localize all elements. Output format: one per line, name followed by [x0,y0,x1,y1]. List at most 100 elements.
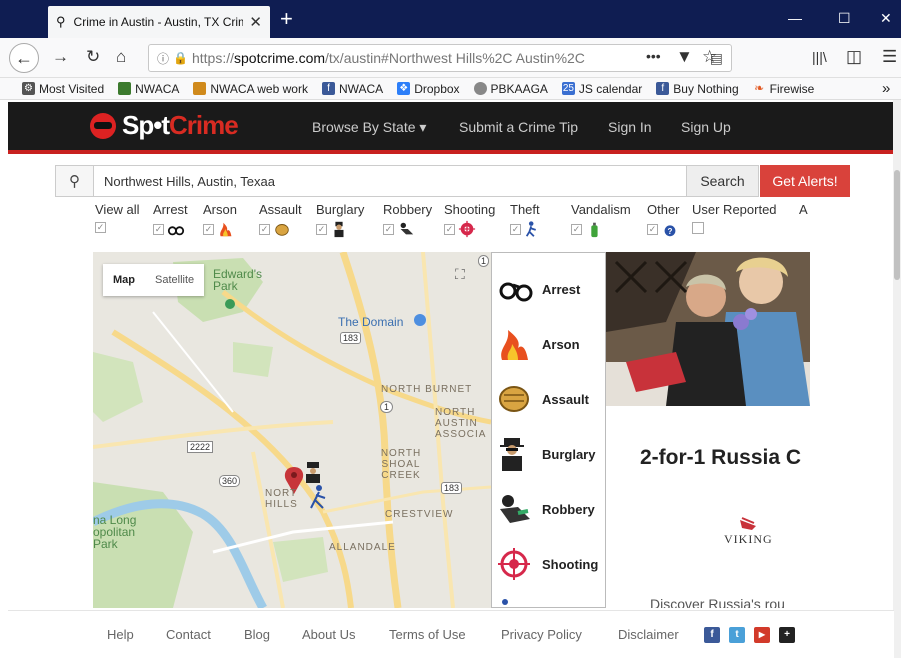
youtube-icon[interactable]: ▶ [754,627,770,643]
dropbox-icon: ❖ [397,82,411,95]
vandalism-checkbox[interactable]: ✓ [571,223,582,235]
map-type-control: Map Satellite [103,264,205,296]
legend-item-assault[interactable]: Assault [496,379,604,419]
route-1-shield: 1 [380,401,394,413]
bookmark-dropbox[interactable]: ❖ Dropbox [397,82,460,96]
reload-icon[interactable]: ↻ [86,47,100,67]
gear-icon: ⚙ [22,82,35,95]
facebook-icon: f [321,82,335,95]
spotcrime-logo[interactable]: Sp•t Crime [90,110,239,141]
browse-by-state-link[interactable]: Browse By State ▾ [312,119,426,136]
route-1-shield-top: 1 [478,255,490,267]
viking-ship-icon [740,517,756,530]
legend-item-arson[interactable]: Arson [496,324,604,364]
search-button[interactable]: Search [687,165,759,197]
sign-up-link[interactable]: Sign Up [681,119,731,135]
footer-link-privacy[interactable]: Privacy Policy [501,627,582,642]
browser-tab[interactable]: ⚲ Crime in Austin - Austin, TX Crime ✕ [48,6,270,38]
other-checkbox[interactable]: ✓ [647,223,658,235]
address-bar[interactable]: ⓘ 🔒 https://spotcrime.com/tx/austin#Nort… [148,44,732,72]
info-icon[interactable]: ⓘ [157,50,169,67]
filter-user-reported[interactable]: User Reported [692,202,777,234]
fullscreen-icon[interactable]: ⛶ [455,266,465,283]
arrest-checkbox[interactable]: ✓ [153,223,164,235]
arson-checkbox[interactable]: ✓ [203,223,214,235]
page-scrollbar[interactable] [893,100,901,658]
shooting-checkbox[interactable]: ✓ [444,223,455,235]
handcuffs-icon [499,282,533,302]
filter-vandalism[interactable]: Vandalism ✓ [571,202,631,238]
bookmark-js-calendar[interactable]: 25 JS calendar [561,82,642,96]
footer-link-help[interactable]: Help [107,627,134,642]
user-reported-checkbox[interactable] [692,222,704,234]
bookmark-nwaca-facebook[interactable]: f NWACA [321,82,383,96]
crime-map[interactable]: Map Satellite ⛶ Edward's Park The Domain… [93,252,491,608]
close-tab-icon[interactable]: ✕ [249,13,262,31]
route-183-shield-south: 183 [441,482,463,494]
view-all-checkbox[interactable]: ✓ [95,222,106,233]
close-window-icon[interactable]: ✕ [880,10,892,27]
filter-robbery[interactable]: Robbery ✓ [383,202,432,235]
pocket-icon[interactable]: ▼ [676,47,693,67]
legend-item-burglary[interactable]: Burglary [496,434,604,474]
facebook-icon[interactable]: f [704,627,720,643]
filter-view-all[interactable]: View all ✓ [95,202,140,233]
filter-theft[interactable]: Theft ✓ [510,202,540,237]
ad-headline[interactable]: 2-for-1 Russia C [640,446,801,470]
new-tab-button[interactable]: + [280,6,293,32]
menu-icon[interactable]: ☰ [882,47,897,67]
legend-item-arrest[interactable]: Arrest [496,269,604,309]
footer-link-about-us[interactable]: About Us [302,627,355,642]
minimize-icon[interactable]: — [788,10,802,26]
footer-link-terms[interactable]: Terms of Use [389,627,466,642]
ad-brand: VIKING [724,532,773,546]
bookmark-star-icon[interactable]: ☆ [702,47,717,67]
bookmark-pbkaaga[interactable]: PBKAAGA [473,82,548,96]
filter-arson[interactable]: Arson ✓ [203,202,237,237]
bookmark-buy-nothing[interactable]: f Buy Nothing [656,82,739,96]
library-icon[interactable]: |||\ [812,49,827,65]
scrollbar-thumb[interactable] [894,170,900,280]
legend-item-shooting[interactable]: Shooting [496,544,604,584]
footer-link-contact[interactable]: Contact [166,627,211,642]
fist-icon [499,386,529,412]
twitter-icon[interactable]: t [729,627,745,643]
satellite-view-button[interactable]: Satellite [145,264,204,296]
back-arrow-icon[interactable]: ← [9,43,39,73]
filter-assault[interactable]: Assault ✓ [259,202,302,236]
maximize-icon[interactable]: ☐ [838,10,851,27]
filter-arrest[interactable]: Arrest ✓ [153,202,188,236]
more-actions-icon[interactable]: ••• [646,48,661,64]
assault-checkbox[interactable]: ✓ [259,223,270,235]
url-text: https://spotcrime.com/tx/austin#Northwes… [191,50,585,66]
mower-icon [118,82,132,95]
robbery-checkbox[interactable]: ✓ [383,223,394,235]
bookmark-nwaca[interactable]: NWACA [118,82,179,96]
burglar-icon [334,221,344,238]
sign-in-link[interactable]: Sign In [608,119,652,135]
location-search-input[interactable] [93,165,687,197]
map-view-button[interactable]: Map [103,264,145,296]
filter-burglary[interactable]: Burglary ✓ [316,202,364,238]
footer-link-disclaimer[interactable]: Disclaimer [618,627,679,642]
submit-crime-tip-link[interactable]: Submit a Crime Tip [459,119,578,135]
home-icon[interactable]: ⌂ [116,47,126,67]
legend-item-robbery[interactable]: Robbery [496,489,604,529]
get-alerts-button[interactable]: Get Alerts! [760,165,850,197]
burglary-checkbox[interactable]: ✓ [316,223,327,235]
filter-shooting[interactable]: Shooting ✓ [444,202,495,238]
bookmarks-overflow-icon[interactable]: » [882,80,890,97]
theft-checkbox[interactable]: ✓ [510,223,521,235]
forward-arrow-icon[interactable]: → [52,47,69,67]
filter-more[interactable]: A [799,202,808,217]
filter-other[interactable]: Other ✓ ? [647,202,680,237]
google-plus-icon[interactable]: + [779,627,795,643]
map-label-edwards-park: Edward's Park [213,267,262,293]
bookmark-most-visited[interactable]: ⚙ Most Visited [22,82,104,96]
sidebar-icon[interactable]: ◫ [846,47,862,67]
footer-link-blog[interactable]: Blog [244,627,270,642]
thief-icon [525,221,536,237]
advertisement[interactable]: 2-for-1 Russia C VIKING Discover Russia'… [606,252,810,608]
bookmark-nwaca-web-work[interactable]: NWACA web work [193,82,308,96]
bookmark-firewise[interactable]: ❧ Firewise [753,82,814,96]
